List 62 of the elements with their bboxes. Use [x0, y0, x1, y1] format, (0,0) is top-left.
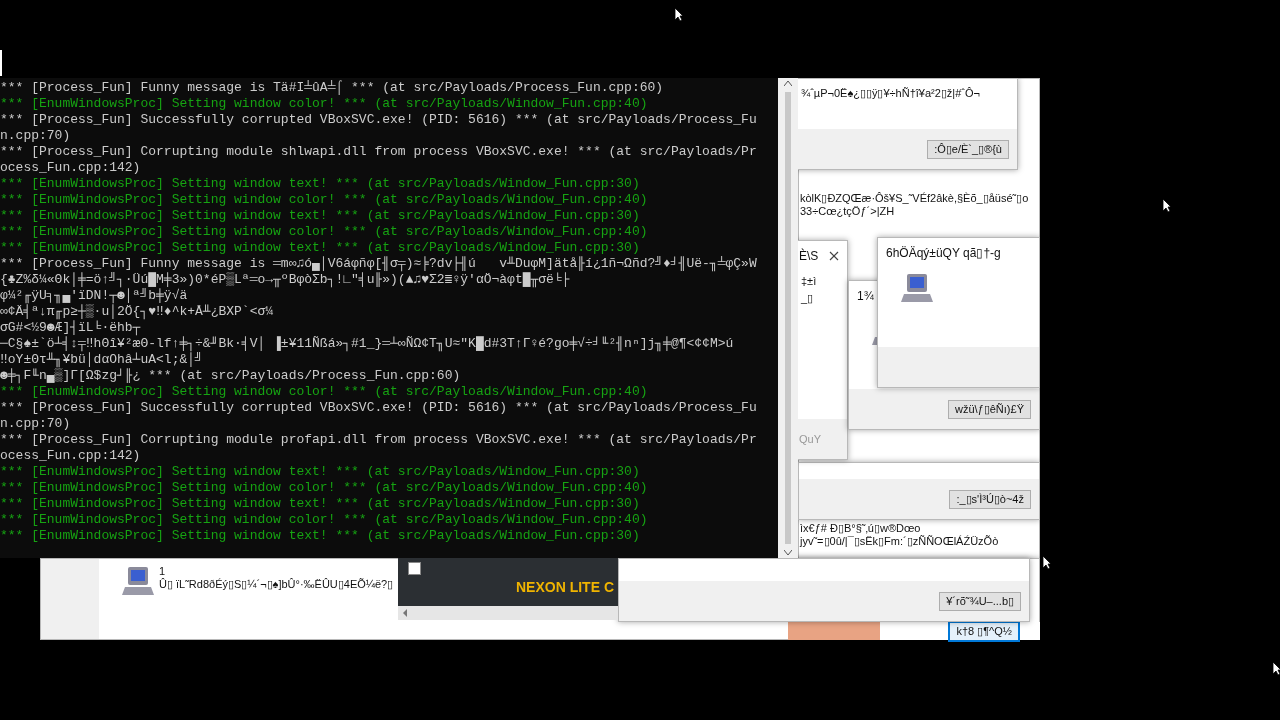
log-line: *** [EnumWindowsProc] Setting window color! *** (at src/Payloads/Window_Fun.cpp:40) [0, 384, 649, 400]
close-icon[interactable] [829, 251, 839, 261]
checkbox[interactable] [408, 562, 421, 575]
footer-text: QuY [799, 432, 821, 446]
horizontal-scrollbar[interactable] [398, 606, 618, 620]
log-line: ─C§♠±`ö┴╡↕╤‼hΘî¥²æΘ-lf↑╪┐÷&╜Bk·╡V│ ▐±¥11Ñßá»┐#1_}═┴∞ÑΩ¢T╖U≈"K█d#3T↑Γ♀é?go╪√÷╛╙²╢nⁿ]j╖╪@¶<¢¢M>ú [0, 336, 735, 352]
log-line: *** [EnumWindowsProc] Setting window color! *** (at src/Payloads/Window_Fun.cpp:40) [0, 512, 649, 528]
list-text: 1 [159, 565, 167, 578]
log-line: *** [Process_Fun] Corrupting module shlwapi.dll from process VBoxSVC.exe! *** (at src/Payloads/Pr [0, 144, 758, 160]
log-line: *** [EnumWindowsProc] Setting window text! *** (at src/Payloads/Window_Fun.cpp:30) [0, 208, 641, 224]
scroll-left-icon[interactable] [402, 609, 408, 617]
window-title: 1¾ [857, 289, 874, 303]
window-title: È\S [799, 249, 819, 263]
mouse-pointer-icon [674, 7, 684, 22]
scroll-thumb[interactable] [785, 92, 791, 544]
log-line: *** [EnumWindowsProc] Setting window text! *** (at src/Payloads/Window_Fun.cpp:30) [0, 176, 641, 192]
dialog-button[interactable]: k†8 ▯¶^Q½ [948, 620, 1020, 642]
log-line: *** [Process_Fun] Successfully corrupted VBoxSVC.exe! (PID: 5616) *** (at src/Payloads/Process_Fu [0, 400, 758, 416]
log-line: σG#<½9☻Æ]┤ïL╘·ëhb┬ [0, 320, 141, 336]
log-line: {♣Z%δ¼«Θk│╪=ö↑╝┐·Üú█M╪3»)0*éP▒Lª═o→╥ºBφòΣb┐!∟"╡u╟»)(▲♫♥Σ2≣♀ÿ'αÖ¬àφt█╥σë╘├ [0, 272, 570, 288]
dialog-button[interactable]: :_▯s'Ì³Ú▯ò~4ž [949, 489, 1031, 509]
log-line: φ¼²╓ÿU╕╖▄'ïDN!┬☻│ª╝b╪ÿ√ä [0, 288, 188, 304]
garbled-text: jyv˜=▯0û/|¯▯sËk▯Fm:´▯zÑÑOŒlÁŹÜzÕò [800, 535, 1000, 548]
log-line: ∞¢Ä╡ª↓π╓p≥┼▒·u│2Ö{┐♥‼♦^k+Å╨¿BXP`<σ¼ [0, 304, 275, 320]
computer-icon [121, 565, 155, 597]
log-line: *** [EnumWindowsProc] Setting window text! *** (at src/Payloads/Window_Fun.cpp:30) [0, 464, 641, 480]
dialog-message: ‡±ì [801, 275, 818, 288]
garbled-text: ìx€ƒ# Ð▯B°§˜‚ú▯w®Dœo [800, 522, 922, 535]
mouse-pointer-icon [1042, 555, 1052, 570]
log-line: *** [Process_Fun] Funny message is ═m∞♫ó▄│V6áφñφ[╢σ╤)≈╞?dv├╢ú v╨DuφM]ätå╟í¿1ñ¬Ωñd?╝♦╛╢Uë-╖╧φÇ»W [0, 256, 758, 272]
log-line: *** [EnumWindowsProc] Setting window text! *** (at src/Payloads/Window_Fun.cpp:30) [0, 240, 641, 256]
log-line: *** [EnumWindowsProc] Setting window color! *** (at src/Payloads/Window_Fun.cpp:40) [0, 224, 649, 240]
dialog-message: ¾ˆµP¬0Ë♠¿▯▯ÿ▯¥÷hÑ†î¥a²2▯ž|#ˆÔ¬ [801, 87, 981, 100]
dialog-button[interactable]: ¥´rõ˜¾U–...b▯ [939, 591, 1021, 611]
vertical-scrollbar[interactable] [778, 78, 798, 558]
log-line: *** [EnumWindowsProc] Setting window text! *** (at src/Payloads/Window_Fun.cpp:30) [0, 528, 641, 544]
dialog-message: _▯ [801, 292, 815, 305]
garbled-text: kòlK▯ÐZQŒæ·Ôš¥S_˜VÉf2âkè,§Èõ_▯åüsé˜▯o [800, 192, 1030, 205]
log-line: *** [EnumWindowsProc] Setting window color! *** (at src/Payloads/Window_Fun.cpp:40) [0, 96, 649, 112]
log-line: n.cpp:70) [0, 416, 72, 432]
log-line: n.cpp:70) [0, 128, 72, 144]
log-line: *** [EnumWindowsProc] Setting window text! *** (at src/Payloads/Window_Fun.cpp:30) [0, 496, 641, 512]
log-line: ocess_Fun.cpp:142) [0, 448, 142, 464]
log-line: *** [Process_Fun] Corrupting module profapi.dll from process VBoxSVC.exe! *** (at src/Payloads/Pr [0, 432, 758, 448]
launcher-label[interactable]: NEXON LITE C [516, 579, 614, 595]
log-line: ‼oY±Θτ╨╖¥bü│dαOhâ┴uA<l;&│╝ [0, 352, 204, 368]
scroll-up-icon[interactable] [784, 81, 792, 86]
mouse-pointer-icon [1162, 198, 1172, 213]
garbled-text: 33÷Cœ¿tçÖƒ´>|ZH [800, 205, 896, 218]
scroll-down-icon[interactable] [784, 550, 792, 555]
log-line: *** [Process_Fun] Funny message is Tä#I╧ûA╧⌠ *** (at src/Payloads/Process_Fun.cpp:60) [0, 80, 665, 96]
dialog-button[interactable]: wžü\ƒ▯êÑı)£Ÿ [948, 399, 1031, 419]
window-title: 6hÖÄqý±üQY qã▯†-g [886, 246, 1001, 260]
log-line: *** [Process_Fun] Successfully corrupted VBoxSVC.exe! (PID: 5616) *** (at src/Payloads/Process_Fu [0, 112, 758, 128]
list-text: Û▯ ïL˜Rd8ðÉý▯S▯¼´¬▯♠]bÛ°·‰ËÛU▯4EÕ¼ë?▯ [159, 578, 394, 591]
log-line: *** [EnumWindowsProc] Setting window color! *** (at src/Payloads/Window_Fun.cpp:40) [0, 480, 649, 496]
log-line: ocess_Fun.cpp:142) [0, 160, 142, 176]
log-line: *** [EnumWindowsProc] Setting window color! *** (at src/Payloads/Window_Fun.cpp:40) [0, 192, 649, 208]
log-line: ☻╪┐F╙n▄▒]Γ[Ω$zg┘╟¿ *** (at src/Payloads/Process_Fun.cpp:60) [0, 368, 462, 384]
computer-icon [900, 272, 934, 304]
text-cursor [0, 50, 2, 76]
dialog-button[interactable]: :Ô▯e/È`_▯®{ù [927, 139, 1009, 159]
